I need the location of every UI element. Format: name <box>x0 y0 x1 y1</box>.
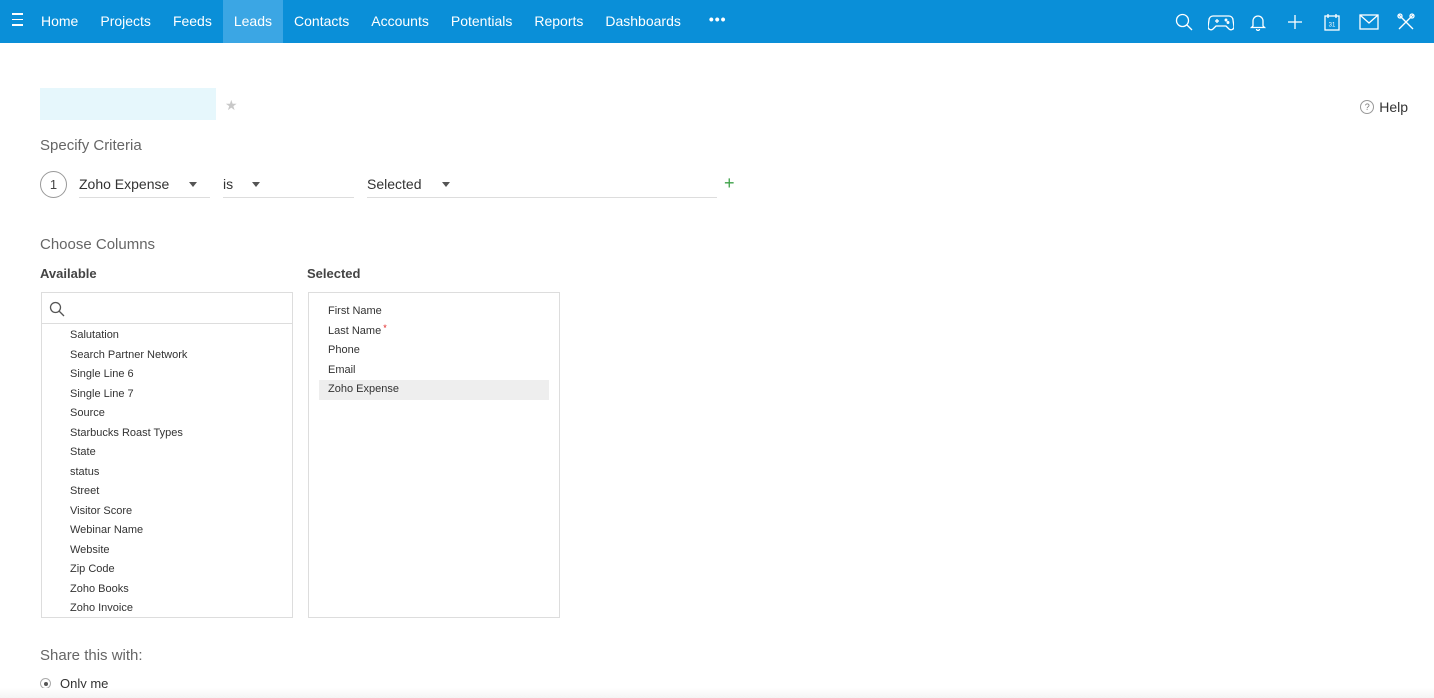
hamburger-menu-icon[interactable] <box>12 13 26 29</box>
available-item[interactable]: State <box>42 443 292 463</box>
help-icon: ? <box>1360 100 1375 114</box>
required-marker: * <box>383 322 387 333</box>
available-item[interactable]: status <box>42 463 292 483</box>
nav-home[interactable]: Home <box>30 0 89 43</box>
help-link[interactable]: ? Help <box>1360 99 1408 115</box>
chevron-down-icon <box>189 182 197 187</box>
available-item[interactable]: Zoho Invoice <box>42 599 292 617</box>
selected-columns-list[interactable]: First Name Last Name * Phone Email Zoho E… <box>308 292 560 618</box>
available-item[interactable]: Search Partner Network <box>42 346 292 366</box>
nav-accounts[interactable]: Accounts <box>360 0 440 43</box>
criteria-field-value: Zoho Expense <box>79 176 170 192</box>
nav-contacts[interactable]: Contacts <box>283 0 360 43</box>
criteria-value-value: Selected <box>367 176 422 192</box>
plus-icon[interactable] <box>1276 0 1313 43</box>
nav-dashboards[interactable]: Dashboards <box>594 0 692 43</box>
choose-columns-title: Choose Columns <box>40 236 156 253</box>
available-item[interactable]: Webinar Name <box>42 521 292 541</box>
available-item[interactable]: Single Line 6 <box>42 365 292 385</box>
selected-item[interactable]: Last Name * <box>319 322 549 342</box>
selected-item[interactable]: Phone <box>319 341 549 361</box>
selected-item-label: First Name <box>328 305 382 317</box>
criteria-row-number: 1 <box>40 171 67 198</box>
available-columns-list[interactable]: Salutation Search Partner Network Single… <box>41 292 293 618</box>
selected-item[interactable]: Email <box>319 361 549 381</box>
available-item[interactable]: Zip Code <box>42 560 292 580</box>
available-item[interactable]: Source <box>42 404 292 424</box>
selected-item-label: Email <box>328 363 356 376</box>
gamepad-icon[interactable] <box>1202 0 1239 43</box>
nav-projects[interactable]: Projects <box>89 0 162 43</box>
available-label: Available <box>40 266 97 281</box>
svg-text:31: 31 <box>1328 22 1335 28</box>
available-item[interactable]: Street <box>42 482 292 502</box>
available-item[interactable]: Salutation <box>42 326 292 346</box>
calendar-icon[interactable]: 31 <box>1313 0 1350 43</box>
add-criteria-plus-icon[interactable]: + <box>724 174 735 192</box>
nav-reports[interactable]: Reports <box>523 0 594 43</box>
share-title: Share this with: <box>40 647 143 664</box>
chevron-down-icon <box>442 182 450 187</box>
top-navigation-bar: Home Projects Feeds Leads Contacts Accou… <box>0 0 1434 43</box>
selected-label: Selected <box>307 266 361 281</box>
specify-criteria-title: Specify Criteria <box>40 137 142 154</box>
selected-item[interactable]: First Name <box>319 302 549 322</box>
bell-icon[interactable] <box>1239 0 1276 43</box>
criteria-operator-select[interactable]: is <box>223 170 354 198</box>
search-icon <box>49 301 65 317</box>
search-icon[interactable] <box>1165 0 1202 43</box>
help-label: Help <box>1379 99 1408 115</box>
criteria-operator-value: is <box>223 176 234 192</box>
star-icon[interactable]: ★ <box>225 97 238 114</box>
nav-potentials[interactable]: Potentials <box>440 0 523 43</box>
selected-item-label: Zoho Expense <box>328 383 399 395</box>
available-search-input[interactable] <box>70 297 280 319</box>
criteria-field-select[interactable]: Zoho Expense <box>79 170 210 198</box>
available-item[interactable]: Website <box>42 541 292 561</box>
available-item[interactable]: Zoho Books <box>42 580 292 600</box>
nav-leads[interactable]: Leads <box>222 0 284 43</box>
available-item[interactable]: Visitor Score <box>42 502 292 522</box>
criteria-value-select[interactable]: Selected <box>367 170 717 198</box>
nav-feeds[interactable]: Feeds <box>162 0 223 43</box>
available-items: Salutation Search Partner Network Single… <box>42 324 292 617</box>
chevron-down-icon <box>252 182 260 187</box>
available-item[interactable]: Single Line 7 <box>42 385 292 405</box>
available-item[interactable]: Starbucks Roast Types <box>42 424 292 444</box>
more-tabs-button[interactable]: ••• <box>692 0 744 43</box>
available-search <box>42 293 292 324</box>
main-nav: Home Projects Feeds Leads Contacts Accou… <box>30 0 744 43</box>
bottom-fade <box>0 688 1434 698</box>
tools-icon[interactable] <box>1387 0 1424 43</box>
mail-icon[interactable] <box>1350 0 1387 43</box>
selected-item-label: Phone <box>328 344 360 356</box>
top-icons: 31 <box>1165 0 1424 43</box>
selected-item-label: Last Name <box>328 324 382 337</box>
view-name-input[interactable] <box>40 88 216 120</box>
selected-item[interactable]: Zoho Expense <box>319 380 549 400</box>
